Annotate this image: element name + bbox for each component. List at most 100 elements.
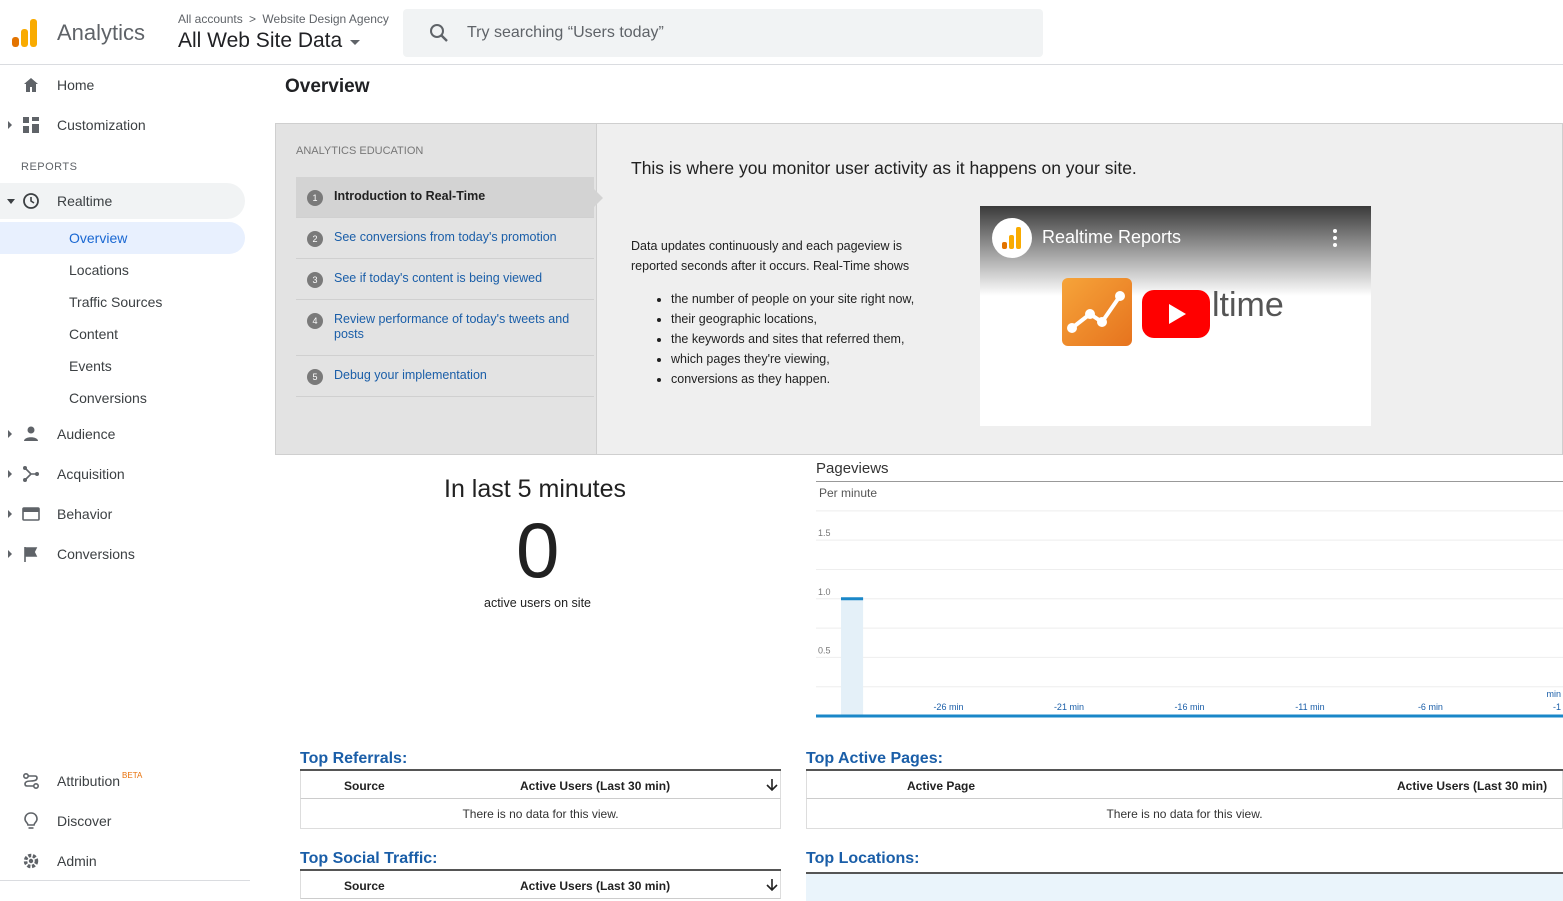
sidebar-item-customization[interactable]: Customization	[0, 107, 245, 143]
sidebar-item-realtime-content[interactable]: Content	[0, 318, 245, 350]
channel-avatar-icon[interactable]	[992, 218, 1032, 258]
bullet-item: their geographic locations,	[671, 309, 914, 329]
video-header	[980, 206, 1371, 296]
top-bar: Analytics All accounts > Website Design …	[0, 0, 1563, 65]
education-step-2[interactable]: 2 See conversions from today's promotion	[296, 218, 594, 259]
education-step-3[interactable]: 3 See if today's content is being viewed	[296, 259, 594, 300]
step-link[interactable]: See if today's content is being viewed	[334, 271, 574, 286]
bullet-item: conversions as they happen.	[671, 369, 914, 389]
active-users-heading: In last 5 minutes	[444, 475, 627, 503]
y-tick-label: 1.0	[818, 587, 831, 597]
top-active-pages-table: Active Page Active Users (Last 30 min) T…	[806, 769, 1563, 829]
x-tick-label: -1	[1553, 702, 1561, 712]
play-button-icon[interactable]	[1142, 290, 1210, 338]
sidebar-item-realtime[interactable]: Realtime	[0, 183, 245, 219]
y-tick-label: 0.5	[818, 645, 831, 655]
attribution-label: Attribution	[57, 773, 121, 789]
education-panel: ANALYTICS EDUCATION 1 Introduction to Re…	[275, 123, 1563, 455]
view-selector[interactable]: All Web Site Data	[178, 29, 361, 53]
collapse-arrow-icon	[7, 198, 15, 204]
expand-arrow-icon	[8, 470, 12, 478]
active-users-count: 0	[516, 506, 560, 594]
person-icon	[24, 426, 38, 441]
sidebar-item-realtime-conversions[interactable]: Conversions	[0, 382, 245, 414]
caret-down-icon	[350, 40, 361, 45]
breadcrumb-account[interactable]: Website Design Agency	[262, 12, 389, 26]
column-active-page[interactable]: Active Page	[907, 779, 975, 793]
view-name: All Web Site Data	[178, 29, 343, 52]
sidebar-item-attribution[interactable]: Attribution BETA	[0, 763, 245, 799]
table-header: Active Page Active Users (Last 30 min)	[806, 771, 1563, 799]
step-text: Introduction to Real-Time	[334, 189, 486, 203]
bullet-item: which pages they're viewing,	[671, 349, 914, 369]
sidebar-item-audience[interactable]: Audience	[0, 416, 245, 452]
education-step-4[interactable]: 4 Review performance of today's tweets a…	[296, 300, 594, 356]
top-social-table: Source Active Users (Last 30 min)	[300, 869, 781, 899]
home-icon	[24, 78, 38, 92]
gear-icon	[23, 853, 39, 869]
breadcrumb: All accounts > Website Design Agency	[178, 12, 389, 26]
sidebar-item-acquisition[interactable]: Acquisition	[0, 456, 245, 492]
search-input[interactable]	[467, 24, 1007, 42]
locations-map[interactable]	[806, 872, 1563, 901]
x-tick-label: -6 min	[1418, 702, 1443, 712]
sidebar-item-conversions[interactable]: Conversions	[0, 536, 245, 572]
education-heading: ANALYTICS EDUCATION	[296, 145, 424, 157]
column-active-users[interactable]: Active Users (Last 30 min)	[1397, 779, 1547, 793]
column-source[interactable]: Source	[344, 879, 385, 893]
search-box[interactable]	[403, 9, 1043, 57]
sidebar-item-behavior[interactable]: Behavior	[0, 496, 245, 532]
video-title: Realtime Reports	[1042, 227, 1182, 247]
sidebar-item-realtime-locations[interactable]: Locations	[0, 254, 245, 286]
step-number: 2	[307, 231, 323, 247]
sidebar-item-admin[interactable]: Admin	[0, 843, 245, 879]
sidebar-item-discover[interactable]: Discover	[0, 803, 245, 839]
clock-icon	[23, 193, 39, 209]
sidebar-item-realtime-overview[interactable]: Overview	[0, 222, 245, 254]
behavior-icon	[22, 507, 40, 521]
education-bullets: the number of people on your site right …	[671, 289, 914, 389]
y-tick-label: 1.5	[818, 528, 831, 538]
sidebar: Home Customization REPORTS Realtime Over…	[0, 65, 268, 901]
x-tick-label: min	[1546, 689, 1561, 699]
sidebar-item-home[interactable]: Home	[0, 67, 245, 103]
top-social-title: Top Social Traffic:	[300, 850, 438, 867]
step-link[interactable]: Review performance of today's tweets and…	[334, 312, 574, 342]
step-link[interactable]: See conversions from today's promotion	[334, 230, 574, 245]
more-vert-icon[interactable]	[1333, 229, 1337, 250]
column-active-users[interactable]: Active Users (Last 30 min)	[520, 879, 670, 893]
dashboard-icon	[23, 117, 39, 133]
step-number: 1	[307, 190, 323, 206]
sort-down-icon[interactable]	[766, 778, 778, 792]
empty-state: There is no data for this view.	[300, 799, 781, 829]
product-name: Analytics	[57, 20, 146, 45]
breadcrumb-root[interactable]: All accounts	[178, 12, 243, 26]
breadcrumb-separator: >	[249, 12, 257, 26]
flag-icon	[24, 547, 38, 562]
sort-down-icon[interactable]	[766, 878, 778, 892]
education-body: Data updates continuously and each pagev…	[631, 239, 910, 273]
pageviews-title: Pageviews	[816, 460, 889, 477]
table-header: Source Active Users (Last 30 min)	[300, 771, 781, 799]
reports-heading: REPORTS	[21, 161, 78, 173]
expand-arrow-icon	[8, 430, 12, 438]
beta-badge: BETA	[122, 771, 143, 780]
education-step-5[interactable]: 5 Debug your implementation	[296, 356, 594, 397]
bullet-item: the keywords and sites that referred the…	[671, 329, 914, 349]
analytics-brand-icon	[1062, 278, 1132, 346]
step-link[interactable]: Debug your implementation	[334, 368, 574, 383]
analytics-logo-icon[interactable]	[10, 17, 40, 47]
column-source[interactable]: Source	[344, 779, 385, 793]
active-users-label: active users on site	[484, 596, 591, 610]
top-referrals-table: Source Active Users (Last 30 min) There …	[300, 769, 781, 829]
education-step-1[interactable]: 1 Introduction to Real-Time	[296, 177, 603, 218]
expand-arrow-icon	[8, 510, 12, 518]
top-locations-title: Top Locations:	[806, 850, 920, 867]
sidebar-item-realtime-events[interactable]: Events	[0, 350, 245, 382]
video-player[interactable]: Realtime Reports ltime	[980, 206, 1371, 426]
x-tick-label: -11 min	[1295, 702, 1324, 712]
column-active-users[interactable]: Active Users (Last 30 min)	[520, 779, 670, 793]
x-tick-label: -21 min	[1054, 702, 1084, 712]
sidebar-item-realtime-traffic-sources[interactable]: Traffic Sources	[0, 286, 245, 318]
acquisition-icon	[23, 466, 39, 482]
